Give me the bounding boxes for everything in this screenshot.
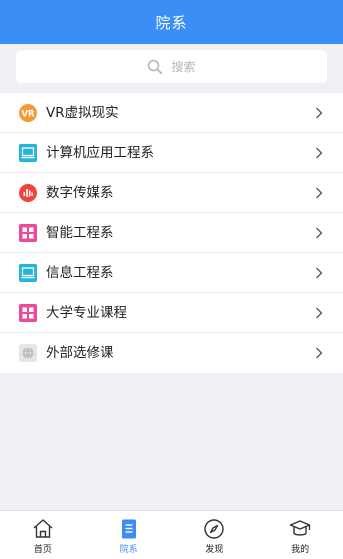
chevron-right-icon <box>316 347 323 359</box>
list-item-label: 外部选修课 <box>46 345 114 361</box>
home-icon <box>33 519 53 538</box>
bottom-tab-bar: 首页 院系 发现 我的 <box>0 510 343 559</box>
tab-label: 院系 <box>119 545 138 555</box>
list-item-information[interactable]: 信息工程系 <box>0 253 343 293</box>
list-item-media[interactable]: 数字传媒系 <box>0 173 343 213</box>
vr-icon: VR <box>19 104 37 122</box>
tab-label: 首页 <box>33 545 52 555</box>
list-item-label: 信息工程系 <box>46 265 114 281</box>
tab-label: 发现 <box>205 545 224 555</box>
search-placeholder: 搜索 <box>171 60 196 74</box>
laptop-icon <box>19 264 37 282</box>
list-item-courses[interactable]: 大学专业课程 <box>0 293 343 333</box>
globe-icon <box>19 344 37 362</box>
list-item-label: 计算机应用工程系 <box>46 145 154 161</box>
audio-bars-icon <box>19 184 37 202</box>
list-item-label: 数字传媒系 <box>46 185 114 201</box>
chevron-right-icon <box>316 187 323 199</box>
document-list-icon <box>121 519 136 539</box>
list-item-electives[interactable]: 外部选修课 <box>0 333 343 373</box>
list-item-label: VR虚拟现实 <box>46 105 119 121</box>
user-cap-icon <box>289 520 311 536</box>
chevron-right-icon <box>316 267 323 279</box>
tab-label: 我的 <box>291 545 310 555</box>
search-area: 搜索 <box>0 44 343 92</box>
list-item-label: 大学专业课程 <box>46 305 127 321</box>
tab-departments[interactable]: 院系 <box>86 511 172 559</box>
tab-home[interactable]: 首页 <box>0 511 86 559</box>
list-item-label: 智能工程系 <box>46 225 114 241</box>
search-icon <box>148 59 163 74</box>
laptop-icon <box>19 144 37 162</box>
list-item-vr[interactable]: VR VR虚拟现实 <box>0 93 343 133</box>
page-title: 院系 <box>155 13 188 32</box>
chevron-right-icon <box>316 107 323 119</box>
department-list: VR VR虚拟现实 计算机应用工程系 数字传媒系 智能工程系 信息工程系 大学专… <box>0 93 343 373</box>
tab-discover[interactable]: 发现 <box>172 511 258 559</box>
grid-apps-icon <box>19 304 37 322</box>
compass-icon <box>204 519 225 539</box>
grid-apps-icon <box>19 224 37 242</box>
chevron-right-icon <box>316 227 323 239</box>
svg-text:VR: VR <box>21 109 35 119</box>
list-item-computer[interactable]: 计算机应用工程系 <box>0 133 343 173</box>
tab-mine[interactable]: 我的 <box>257 511 343 559</box>
chevron-right-icon <box>316 307 323 319</box>
chevron-right-icon <box>316 147 323 159</box>
list-item-intelligent[interactable]: 智能工程系 <box>0 213 343 253</box>
app-header: 院系 <box>0 0 343 44</box>
search-input[interactable]: 搜索 <box>16 50 327 83</box>
